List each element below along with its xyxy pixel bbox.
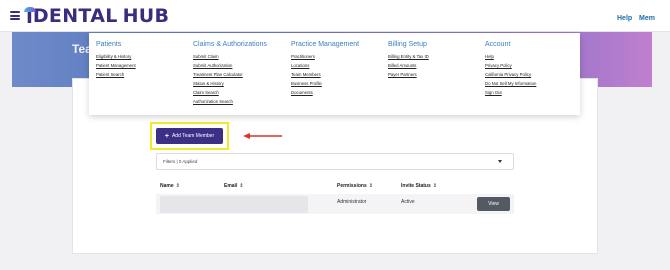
menu-item-practitioners[interactable]: Practitioners <box>291 52 359 61</box>
filters-label: Filters | 0 Applied <box>163 159 198 164</box>
menu-item-team-members[interactable]: Team Members <box>291 70 359 79</box>
column-header-name-label: Name <box>160 183 174 189</box>
sort-icon: ⇕ <box>432 183 437 189</box>
logo-dental: DENTAL <box>32 5 118 27</box>
column-header-name[interactable]: Name ⇕ <box>160 183 180 189</box>
menu-column-patients: Patients Eligibility & History Patient M… <box>96 41 136 79</box>
column-header-invite-status-label: Invite Status <box>401 183 431 189</box>
column-header-email-label: Email <box>224 183 238 189</box>
sort-icon: ⇕ <box>239 183 244 189</box>
menu-item-eligibility-history[interactable]: Eligibility & History <box>96 52 136 61</box>
column-header-email[interactable]: Email ⇕ <box>224 183 244 189</box>
menu-item-billing-entity[interactable]: Billing Entity & Tax ID <box>388 52 429 61</box>
menu-item-status-history[interactable]: Status & History <box>193 79 267 88</box>
hamburger-menu-icon[interactable] <box>10 11 20 20</box>
menu-item-billed-amounts[interactable]: Billed Amounts <box>388 61 429 70</box>
menu-item-submit-authorization[interactable]: Submit Authorization <box>193 61 267 70</box>
redacted-name-email <box>160 196 308 213</box>
menu-heading-account[interactable]: Account <box>485 41 536 48</box>
help-link[interactable]: Help <box>617 15 632 22</box>
add-team-member-button[interactable]: + Add Team Member <box>156 128 223 144</box>
menu-item-payer-partners[interactable]: Payer Partners <box>388 70 429 79</box>
menu-item-do-not-sell[interactable]: Do Not Sell My Information <box>485 79 536 88</box>
top-bar: i DENTAL HUB Help Mem <box>0 0 670 32</box>
menu-item-claim-search[interactable]: Claim Search <box>193 88 267 97</box>
sort-icon: ⇕ <box>368 183 373 189</box>
menu-item-treatment-plan-calculator[interactable]: Treatment Plan Calculator <box>193 70 267 79</box>
logo-hub: HUB <box>122 5 170 27</box>
menu-item-california-privacy[interactable]: California Privacy Policy <box>485 70 536 79</box>
menu-item-sign-out[interactable]: Sign Out <box>485 88 536 97</box>
filters-dropdown[interactable]: Filters | 0 Applied <box>156 153 514 170</box>
menu-column-account: Account Help Privacy Policy California P… <box>485 41 536 97</box>
plus-icon: + <box>164 132 169 140</box>
column-header-permissions-label: Permissions <box>337 183 367 189</box>
menu-item-help[interactable]: Help <box>485 52 536 61</box>
permissions-cell: Administrator <box>337 199 367 205</box>
menu-heading-billing[interactable]: Billing Setup <box>388 41 429 48</box>
menu-item-privacy-policy[interactable]: Privacy Policy <box>485 61 536 70</box>
menu-item-submit-claim[interactable]: Submit Claim <box>193 52 267 61</box>
members-link[interactable]: Mem <box>639 15 655 22</box>
dental-hub-logo[interactable]: i DENTAL HUB <box>24 5 170 27</box>
invite-status-cell: Active <box>401 199 415 205</box>
caret-down-icon <box>498 160 502 163</box>
menu-item-patient-management[interactable]: Patient Management <box>96 61 136 70</box>
menu-heading-practice[interactable]: Practice Management <box>291 41 359 48</box>
menu-item-documents[interactable]: Documents <box>291 88 359 97</box>
view-button[interactable]: View <box>477 197 510 211</box>
column-header-permissions[interactable]: Permissions ⇕ <box>337 183 373 189</box>
menu-column-billing: Billing Setup Billing Entity & Tax ID Bi… <box>388 41 429 79</box>
menu-item-business-profile[interactable]: Business Profile <box>291 79 359 88</box>
menu-heading-claims[interactable]: Claims & Authorizations <box>193 41 267 48</box>
menu-column-claims: Claims & Authorizations Submit Claim Sub… <box>193 41 267 106</box>
logo-swoosh-icon <box>24 7 36 12</box>
mega-menu: Patients Eligibility & History Patient M… <box>89 33 580 115</box>
sort-icon: ⇕ <box>175 183 180 189</box>
menu-column-practice: Practice Management Practitioners Locati… <box>291 41 359 97</box>
menu-item-authorization-search[interactable]: Authorization Search <box>193 97 267 106</box>
column-header-invite-status[interactable]: Invite Status ⇕ <box>401 183 437 189</box>
arrow-annotation-icon <box>243 133 282 139</box>
add-team-member-label: Add Team Member <box>171 133 215 139</box>
menu-item-patient-search[interactable]: Patient Search <box>96 70 136 79</box>
menu-heading-patients[interactable]: Patients <box>96 41 136 48</box>
menu-item-locations[interactable]: Locations <box>291 61 359 70</box>
